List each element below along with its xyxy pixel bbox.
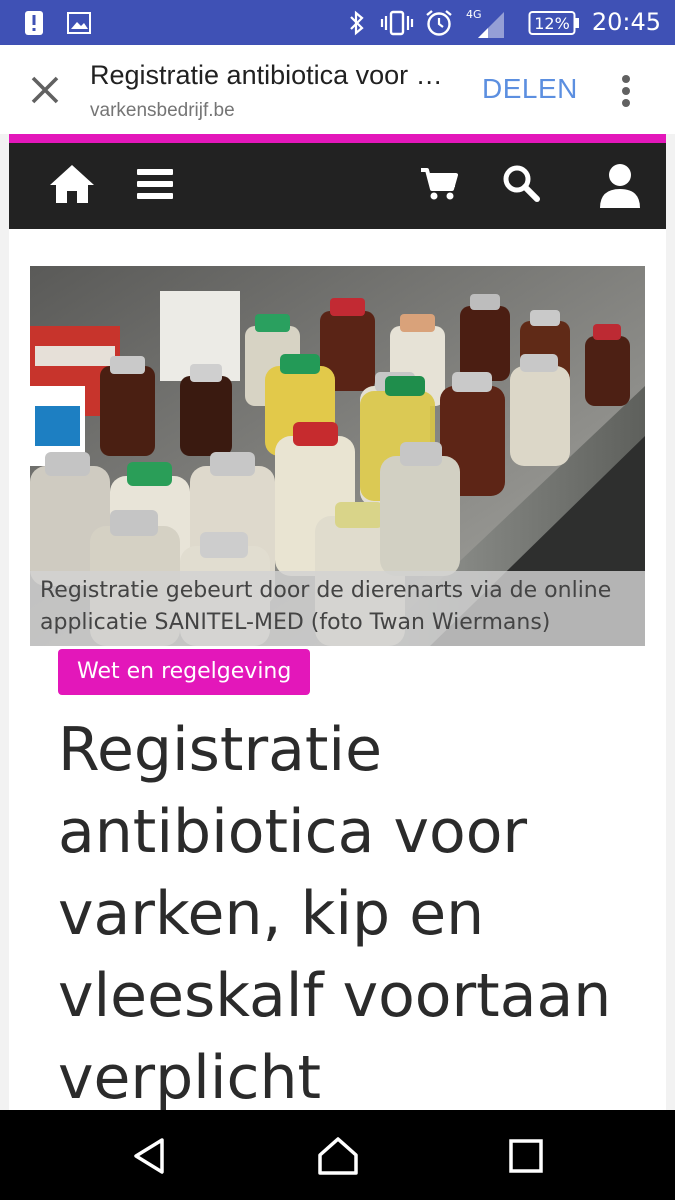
share-button[interactable]: DELEN	[482, 73, 578, 105]
web-content: Registratie gebeurt door de dierenarts v…	[0, 134, 675, 1110]
alert-icon	[22, 0, 46, 45]
custom-tab-toolbar: Registratie antibiotica voor varken, kip…	[0, 45, 675, 134]
recents-icon	[509, 1139, 543, 1173]
more-options-button[interactable]	[612, 71, 640, 111]
article-photo: Registratie gebeurt door de dierenarts v…	[30, 266, 645, 646]
battery-level: 12%	[534, 14, 570, 33]
status-bar: 4G 12% 20:45	[0, 0, 675, 45]
vibrate-icon	[380, 0, 414, 45]
network-label: 4G	[466, 8, 482, 21]
user-icon[interactable]	[597, 161, 643, 211]
search-icon[interactable]	[499, 161, 543, 205]
back-button[interactable]	[126, 1132, 174, 1180]
system-navigation-bar	[0, 1110, 675, 1200]
menu-icon[interactable]	[133, 163, 177, 205]
page-title: Registratie antibiotica voor varken, kip…	[90, 60, 450, 90]
site-navigation	[9, 143, 666, 229]
article-card: Registratie gebeurt door de dierenarts v…	[9, 229, 666, 1110]
alarm-icon	[424, 0, 454, 45]
page-url: varkensbedrijf.be	[90, 100, 235, 121]
bluetooth-icon	[346, 0, 368, 45]
battery-icon: 12%	[528, 0, 580, 45]
status-time: 20:45	[591, 8, 661, 36]
close-icon	[31, 76, 59, 104]
home-icon[interactable]	[47, 161, 97, 207]
recents-button[interactable]	[502, 1132, 550, 1180]
more-vert-icon	[622, 75, 630, 107]
home-button[interactable]	[314, 1132, 362, 1180]
signal-icon: 4G	[464, 0, 506, 45]
accent-bar	[9, 134, 666, 143]
home-nav-icon	[318, 1137, 358, 1175]
category-tag[interactable]: Wet en regelgeving	[58, 649, 311, 695]
close-button[interactable]	[24, 69, 66, 111]
back-icon	[134, 1138, 164, 1174]
image-icon	[66, 0, 92, 45]
article-headline: Registratie antibiotica voor varken, kip…	[58, 715, 612, 1110]
cart-icon[interactable]	[417, 163, 461, 205]
photo-caption: Registratie gebeurt door de dierenarts v…	[30, 571, 645, 646]
